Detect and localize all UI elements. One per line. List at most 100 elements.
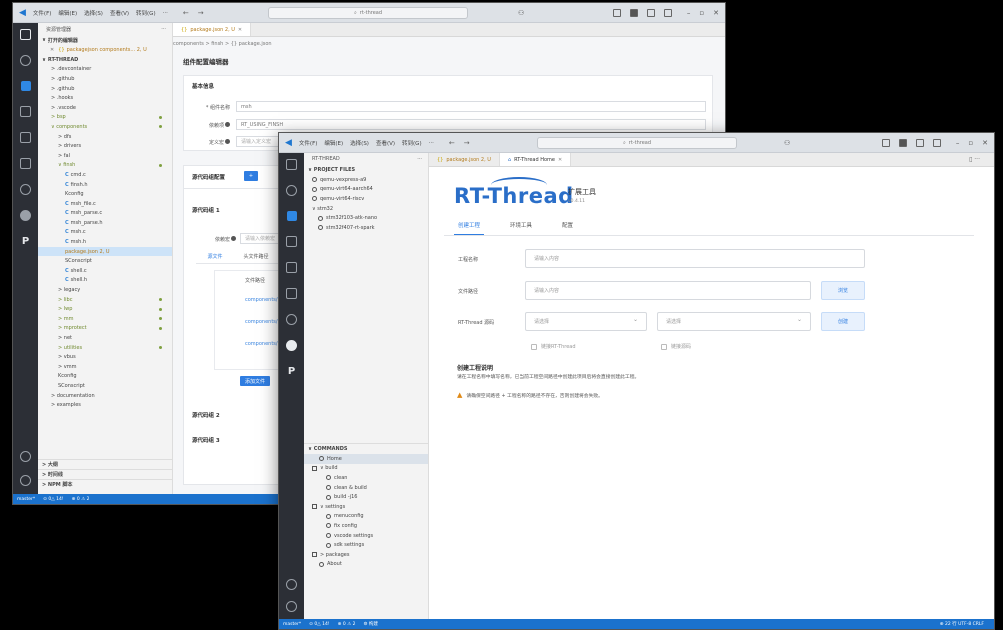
remote-explorer-icon[interactable]	[20, 158, 31, 169]
project-item[interactable]: stm32f407-rt-spark	[304, 223, 428, 233]
menu-more[interactable]: ···	[163, 10, 168, 16]
menu-edit[interactable]: 编辑(E)	[58, 9, 77, 17]
menu-view[interactable]: 查看(V)	[376, 139, 395, 147]
extensions-icon[interactable]	[20, 132, 31, 143]
project-item[interactable]: ∨ stm32	[304, 204, 428, 214]
file-tree-item[interactable]: Kconfig	[38, 372, 172, 382]
timeline-section[interactable]: > 时间线	[38, 469, 172, 479]
rt-thread-icon[interactable]	[286, 340, 297, 351]
file-tree-item[interactable]: Cmsh_parse.h	[38, 218, 172, 228]
secondary-sidebar-icon[interactable]	[663, 9, 672, 17]
workspace-root[interactable]: ∨ RT-THREAD	[38, 55, 172, 65]
source-control-icon[interactable]	[286, 211, 297, 221]
nav-forward-icon[interactable]: →	[198, 9, 204, 17]
panel-toggle-icon[interactable]	[646, 9, 655, 17]
more-actions-icon[interactable]: ···	[161, 26, 166, 32]
file-tree-item[interactable]: > utilities	[38, 343, 172, 353]
remote-explorer-icon[interactable]	[286, 288, 297, 299]
command-item[interactable]: fix config	[304, 521, 428, 531]
tab-config[interactable]: 配置	[558, 215, 577, 235]
tab-header-paths[interactable]: 头文件路径	[234, 253, 278, 260]
source-group-3-title[interactable]: 源代码组 3	[192, 436, 220, 444]
file-tree-item[interactable]: > bsp	[38, 113, 172, 123]
branch-status[interactable]: master*	[17, 497, 35, 502]
menu-goto[interactable]: 转到(G)	[136, 9, 156, 17]
component-name-input[interactable]: msh	[236, 101, 706, 112]
search-view-icon[interactable]	[20, 55, 31, 66]
command-item[interactable]: Home	[304, 454, 428, 464]
file-tree-item[interactable]: > .hooks	[38, 93, 172, 103]
outline-section[interactable]: > 大纲	[38, 459, 172, 469]
file-tree-item[interactable]: > .devcontainer	[38, 65, 172, 75]
project-files-section[interactable]: ∨ PROJECT FILES	[304, 165, 428, 175]
command-item[interactable]: ∨ settings	[304, 502, 428, 512]
file-tree-item[interactable]: ∨ finsh	[38, 161, 172, 171]
command-item[interactable]: sdk settings	[304, 540, 428, 550]
nav-back-icon[interactable]: ←	[449, 139, 455, 147]
close-icon[interactable]: ✕	[713, 9, 719, 17]
file-tree-item[interactable]: > .vscode	[38, 103, 172, 113]
command-search[interactable]: ⌕ rt-thread	[537, 137, 737, 149]
file-tree-item[interactable]: > .github	[38, 84, 172, 94]
problems-status[interactable]: ⊕ 0 ⚠ 2	[72, 497, 90, 502]
settings-gear-icon[interactable]	[20, 475, 31, 486]
tab-close-icon[interactable]: ✕	[558, 157, 562, 163]
help-icon[interactable]	[225, 122, 230, 127]
project-item[interactable]: stm32f103-atk-nano	[304, 213, 428, 223]
problems-status[interactable]: ⊕ 0 ⚠ 2	[338, 622, 356, 627]
file-tree-item[interactable]: > libc	[38, 295, 172, 305]
command-item[interactable]: build -j16	[304, 492, 428, 502]
file-tree-item[interactable]: Cmsh_parse.c	[38, 209, 172, 219]
file-tree-item[interactable]: > vbus	[38, 352, 172, 362]
file-tree-item[interactable]: Cfinsh.h	[38, 180, 172, 190]
folder-input[interactable]: 请输入内容	[525, 281, 811, 300]
npm-scripts-section[interactable]: > NPM 脚本	[38, 479, 172, 489]
file-tree-item[interactable]: Cmsh_file.c	[38, 199, 172, 209]
sync-status[interactable]: ⊙ 0△ 14!	[309, 622, 330, 627]
file-tree-item[interactable]: Cmsh.c	[38, 228, 172, 238]
account-icon[interactable]	[20, 451, 31, 462]
command-item[interactable]: clean & build	[304, 483, 428, 493]
tab-create-project[interactable]: 创建工程	[454, 215, 485, 235]
layout-toggle-icon[interactable]	[612, 9, 621, 17]
file-tree-item[interactable]: > fal	[38, 151, 172, 161]
file-tree-item[interactable]: > examples	[38, 400, 172, 410]
tab-rt-thread-home[interactable]: ⌂ RT-Thread Home ✕	[499, 153, 572, 166]
build-status[interactable]: ⚙ 构建	[363, 621, 377, 627]
menu-file[interactable]: 文件(F)	[299, 139, 317, 147]
link-rtt-checkbox[interactable]: 链接RT-Thread	[531, 343, 576, 350]
file-tree-item[interactable]: ∨ components	[38, 122, 172, 132]
sidebar-toggle-icon[interactable]	[898, 139, 907, 147]
account-icon[interactable]	[286, 579, 297, 590]
close-icon[interactable]: ✕	[982, 139, 988, 147]
minimize-icon[interactable]: –	[956, 139, 960, 147]
create-button[interactable]: 创建	[821, 312, 865, 331]
command-item[interactable]: ∨ build	[304, 464, 428, 474]
open-editors-section[interactable]: ∨ 打开的编辑器	[38, 35, 172, 45]
file-tree-item[interactable]: Ccmd.c	[38, 170, 172, 180]
open-editor-item[interactable]: ✕ {} packagejson components... 2, U	[38, 45, 172, 55]
breadcrumb[interactable]: components > finsh > {} package.json	[173, 41, 272, 47]
command-item[interactable]: > packages	[304, 550, 428, 560]
menu-goto[interactable]: 转到(G)	[402, 139, 422, 147]
file-tree-item[interactable]: > documentation	[38, 391, 172, 401]
menu-select[interactable]: 选择(S)	[84, 9, 103, 17]
maximize-icon[interactable]: ▫	[968, 139, 973, 147]
tab-close-icon[interactable]: ✕	[238, 27, 242, 33]
file-tree-item[interactable]: > legacy	[38, 285, 172, 295]
command-search[interactable]: ⌕ rt-thread	[268, 7, 468, 19]
tab-source-files[interactable]: 源文件	[196, 253, 234, 260]
command-item[interactable]: clean	[304, 473, 428, 483]
menu-more[interactable]: ···	[429, 140, 434, 146]
more-actions-icon[interactable]: ···	[417, 156, 422, 162]
file-tree-item[interactable]: > drivers	[38, 141, 172, 151]
explorer-icon[interactable]	[20, 29, 31, 40]
project-item[interactable]: qemu-virt64-aarch64	[304, 185, 428, 195]
tab-env-tools[interactable]: 环境工具	[506, 215, 536, 235]
project-name-input[interactable]: 请输入内容	[525, 249, 865, 268]
search-view-icon[interactable]	[286, 185, 297, 196]
project-item[interactable]: qemu-virt64-riscv	[304, 194, 428, 204]
command-item[interactable]: About	[304, 560, 428, 570]
rt-thread-p-icon[interactable]: P	[22, 236, 29, 247]
tab-package-json[interactable]: {} package.json 2, U ✕	[173, 23, 252, 36]
